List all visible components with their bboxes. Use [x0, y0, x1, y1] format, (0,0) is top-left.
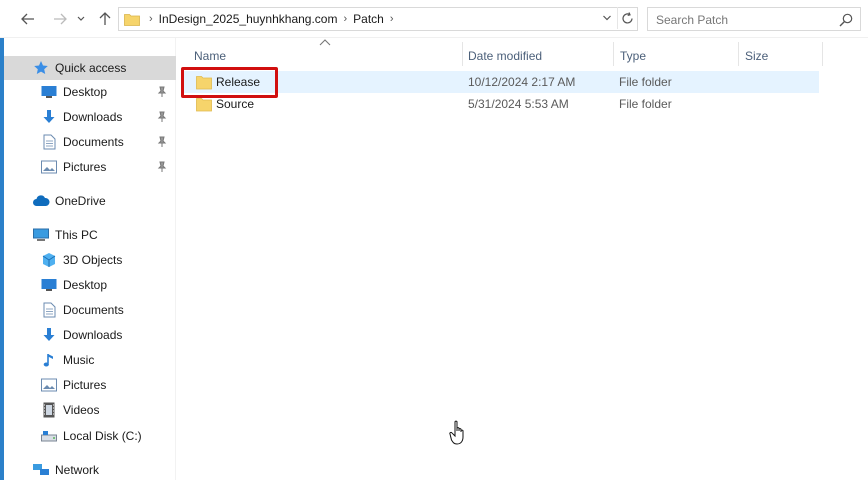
nav-downloads-pinned[interactable]: Downloads — [4, 105, 176, 129]
sort-ascending-icon — [319, 39, 331, 46]
column-divider[interactable] — [822, 42, 823, 66]
file-row-source[interactable]: Source 5/31/2024 5:53 AM File folder — [182, 93, 819, 115]
chevron-down-icon — [603, 15, 611, 21]
pin-icon — [157, 111, 167, 122]
column-divider[interactable] — [738, 42, 739, 66]
nav-pictures-pinned[interactable]: Pictures — [4, 155, 176, 179]
forward-button[interactable] — [50, 9, 70, 29]
download-arrow-icon — [40, 326, 58, 344]
computer-icon — [32, 226, 50, 244]
file-date: 5/31/2024 5:53 AM — [468, 97, 569, 111]
breadcrumb-patch[interactable]: Patch — [353, 12, 384, 26]
drive-icon — [40, 427, 58, 445]
arrow-right-icon — [54, 13, 67, 25]
nav-documents[interactable]: Documents — [4, 298, 176, 322]
arrow-up-icon — [99, 12, 111, 25]
nav-pictures[interactable]: Pictures — [4, 373, 176, 397]
desktop-icon — [40, 276, 58, 294]
desktop-icon — [40, 83, 58, 101]
nav-onedrive[interactable]: OneDrive — [4, 189, 176, 213]
nav-label: Downloads — [63, 328, 123, 342]
back-button[interactable] — [18, 9, 38, 29]
column-name-label: Name — [194, 49, 227, 63]
nav-downloads[interactable]: Downloads — [4, 323, 176, 347]
breadcrumb-indesign-2025[interactable]: InDesign_2025_huynhkhang.com — [159, 12, 338, 26]
up-button[interactable] — [95, 9, 115, 29]
search-input[interactable]: Search Patch — [647, 7, 861, 31]
document-icon — [40, 301, 58, 319]
folder-icon — [196, 98, 212, 112]
nav-music[interactable]: Music — [4, 348, 176, 372]
column-header-date[interactable]: Date modified — [468, 44, 542, 68]
file-type: File folder — [619, 75, 672, 89]
film-icon — [40, 401, 58, 419]
nav-label: Desktop — [63, 85, 108, 99]
column-date-label: Date modified — [468, 49, 543, 63]
nav-network[interactable]: Network — [4, 458, 176, 480]
nav-label: Quick access — [55, 61, 127, 75]
file-name: Source — [216, 97, 255, 111]
chevron-right-icon: › — [343, 13, 348, 25]
star-icon — [32, 59, 50, 77]
nav-this-pc[interactable]: This PC — [4, 223, 176, 247]
recent-locations-button[interactable] — [75, 9, 87, 29]
navigation-pane: Quick access Desktop Downloads Documents… — [4, 38, 176, 480]
file-type: File folder — [619, 97, 672, 111]
nav-quick-access[interactable]: Quick access — [4, 56, 176, 80]
nav-label: Downloads — [63, 110, 123, 124]
pin-icon — [157, 161, 167, 172]
nav-documents-pinned[interactable]: Documents — [4, 130, 176, 154]
pictures-icon — [40, 376, 58, 394]
nav-local-disk[interactable]: Local Disk (C:) — [4, 424, 176, 448]
address-bar[interactable]: › InDesign_2025_huynhkhang.com › Patch › — [118, 7, 638, 31]
chevron-right-icon: › — [149, 13, 153, 25]
file-list: Name Date modified Type Size Release 10/… — [176, 38, 868, 480]
nav-label: OneDrive — [55, 194, 106, 208]
nav-label: Videos — [63, 403, 100, 417]
address-history-dropdown[interactable] — [598, 7, 616, 29]
nav-3d-objects[interactable]: 3D Objects — [4, 248, 176, 272]
nav-label: Pictures — [63, 160, 107, 174]
chevron-down-icon — [77, 16, 85, 21]
column-header-size[interactable]: Size — [745, 44, 768, 68]
column-size-label: Size — [745, 49, 769, 63]
music-note-icon — [40, 351, 58, 369]
nav-label: 3D Objects — [63, 253, 123, 267]
nav-label: Network — [55, 463, 100, 477]
column-header-type[interactable]: Type — [620, 44, 646, 68]
nav-label: Documents — [63, 135, 124, 149]
file-date: 10/12/2024 2:17 AM — [468, 75, 576, 89]
nav-desktop-pinned[interactable]: Desktop — [4, 80, 176, 104]
nav-label: Local Disk (C:) — [63, 429, 142, 443]
nav-label: This PC — [55, 228, 98, 242]
chevron-right-icon: › — [389, 13, 394, 25]
cloud-icon — [32, 192, 50, 210]
column-divider[interactable] — [462, 42, 463, 66]
nav-label: Documents — [63, 303, 124, 317]
search-icon — [839, 13, 853, 27]
pin-icon — [157, 86, 167, 97]
nav-label: Desktop — [63, 278, 108, 292]
column-type-label: Type — [620, 49, 647, 63]
nav-videos[interactable]: Videos — [4, 398, 176, 422]
column-header-name[interactable]: Name — [194, 44, 226, 68]
cube-icon — [40, 251, 58, 269]
refresh-button[interactable] — [617, 7, 637, 29]
nav-label: Music — [63, 353, 95, 367]
nav-label: Pictures — [63, 378, 107, 392]
folder-icon — [121, 8, 143, 30]
search-placeholder: Search Patch — [656, 13, 729, 27]
pin-icon — [157, 136, 167, 147]
hand-cursor-icon — [449, 420, 464, 445]
document-icon — [40, 133, 58, 151]
pictures-icon — [40, 158, 58, 176]
column-divider[interactable] — [613, 42, 614, 66]
arrow-left-icon — [21, 13, 34, 25]
download-arrow-icon — [40, 108, 58, 126]
address-toolbar: › InDesign_2025_huynhkhang.com › Patch ›… — [0, 0, 868, 38]
refresh-icon — [622, 11, 633, 24]
network-icon — [32, 461, 50, 479]
nav-desktop[interactable]: Desktop — [4, 273, 176, 297]
